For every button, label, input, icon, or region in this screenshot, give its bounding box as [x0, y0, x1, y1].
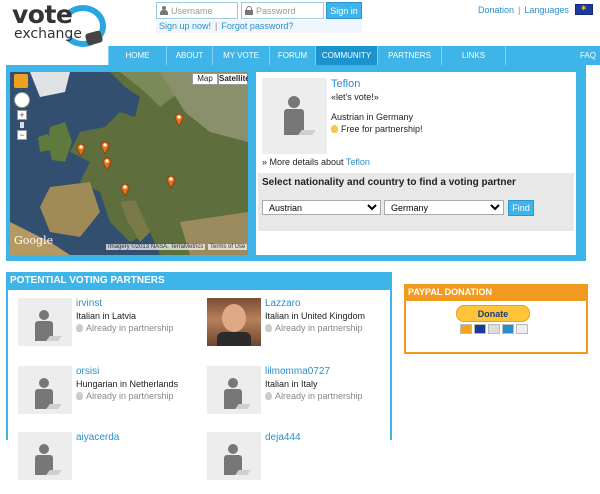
ballot-icon: [84, 30, 104, 46]
zoom-in-button[interactable]: +: [17, 110, 27, 120]
partner-card[interactable]: orsisi Hungarian in Netherlands Already in…: [18, 366, 198, 428]
map-marker-1[interactable]: [174, 112, 184, 128]
discover-icon: [488, 324, 500, 334]
map-type-map-button[interactable]: Map: [192, 73, 218, 85]
mastercard-icon: [460, 324, 472, 334]
partner-nationality: Italian in Latvia: [76, 311, 137, 321]
find-button[interactable]: Find: [508, 200, 534, 216]
zoom-slider[interactable]: [20, 122, 24, 128]
password-field[interactable]: Password: [241, 2, 324, 19]
country-select[interactable]: Germany: [384, 200, 504, 215]
nav-links[interactable]: LINKS: [441, 46, 505, 65]
partner-status: Already in partnership: [265, 391, 363, 401]
languages-link[interactable]: Languages: [524, 5, 569, 15]
eu-flag-icon[interactable]: [574, 3, 593, 15]
card-logos: [460, 324, 528, 334]
donate-button[interactable]: Donate: [456, 305, 530, 322]
partner-name[interactable]: irvinst: [76, 298, 102, 309]
pan-control[interactable]: [14, 92, 30, 108]
map-marker-3[interactable]: [100, 140, 110, 156]
finder-title: Select nationality and country to find a…: [262, 177, 516, 188]
partner-nationality: Italian in United Kingdom: [265, 311, 366, 321]
partner-name[interactable]: deja444: [265, 432, 301, 443]
signup-row: Sign up now! | Forgot password?: [156, 20, 362, 33]
more-details-link[interactable]: Teflon: [346, 157, 370, 167]
logo-word-exchange: exchange: [14, 26, 82, 42]
user-icon: [160, 6, 168, 15]
forgot-password-link[interactable]: Forgot password?: [221, 21, 293, 31]
username-placeholder: Username: [171, 5, 213, 16]
bulb-icon: [331, 125, 338, 133]
logo-word-vote: vote: [12, 0, 73, 29]
bulb-icon: [76, 324, 83, 332]
bulb-icon: [265, 324, 272, 332]
sign-up-link[interactable]: Sign up now!: [159, 21, 211, 31]
zoom-out-button[interactable]: −: [17, 130, 27, 140]
partner-card[interactable]: deja444: [207, 432, 387, 494]
partner-avatar[interactable]: [18, 298, 72, 346]
main-nav: HOME ABOUT MY VOTE FORUM COMMUNITY PARTNERS LI…: [108, 46, 600, 65]
more-details-row: » More details about Teflon: [262, 157, 370, 167]
partner-card[interactable]: irvinst Italian in Latvia Already in partn…: [18, 298, 198, 360]
partner-avatar[interactable]: [18, 432, 72, 480]
amex-icon: [502, 324, 514, 334]
profile-motto: «let's vote!»: [331, 92, 379, 102]
map-type-satellite-button[interactable]: Satellite: [218, 73, 248, 85]
profile-nationality: Austrian in Germany: [331, 112, 414, 122]
partner-card[interactable]: lilmomma0727 Italian in Italy Already in p…: [207, 366, 387, 428]
partner-photo[interactable]: [207, 298, 261, 346]
partner-name[interactable]: Lazzaro: [265, 298, 301, 309]
username-field[interactable]: Username: [156, 2, 238, 19]
partner-status: Already in partnership: [76, 391, 174, 401]
partner-status: Already in partnership: [76, 323, 174, 333]
partner-card[interactable]: aiyacerda: [18, 432, 198, 494]
partner-avatar[interactable]: [18, 366, 72, 414]
google-logo: Google: [14, 234, 54, 247]
pegman-icon[interactable]: [14, 74, 28, 88]
partner-card[interactable]: Lazzaro Italian in United Kingdom Already …: [207, 298, 387, 360]
partner-avatar[interactable]: [207, 366, 261, 414]
profile-name[interactable]: Teflon: [331, 78, 360, 90]
europe-map[interactable]: + − Map Satellite Google Imagery ©2013 N…: [10, 72, 248, 255]
nav-faq[interactable]: FAQ: [505, 46, 600, 65]
map-marker-6[interactable]: [166, 174, 176, 190]
partner-nationality: Italian in Italy: [265, 379, 318, 389]
nationality-select[interactable]: Austrian: [262, 200, 381, 215]
partner-name[interactable]: aiyacerda: [76, 432, 119, 443]
bulb-icon: [265, 392, 272, 400]
logo[interactable]: vote exchange: [6, 2, 106, 48]
map-marker-4[interactable]: [102, 156, 112, 172]
partner-name[interactable]: lilmomma0727: [265, 366, 330, 377]
nav-my-vote[interactable]: MY VOTE: [212, 46, 269, 65]
password-placeholder: Password: [256, 5, 296, 16]
partner-avatar[interactable]: [207, 432, 261, 480]
profile-status: Free for partnership!: [331, 124, 423, 134]
map-image: [10, 72, 248, 255]
bank-icon: [516, 324, 528, 334]
map-marker-2[interactable]: [76, 142, 86, 158]
nav-forum[interactable]: FORUM: [269, 46, 315, 65]
nav-home[interactable]: HOME: [108, 46, 166, 65]
bulb-icon: [76, 392, 83, 400]
map-attribution: Imagery ©2013 NASA, TerraMetrics: [106, 244, 206, 250]
partner-name[interactable]: orsisi: [76, 366, 99, 377]
nav-about[interactable]: ABOUT: [166, 46, 212, 65]
sign-in-button[interactable]: Sign in: [326, 2, 362, 19]
lock-icon: [245, 6, 253, 15]
top-right-links: Donation | Languages: [478, 3, 593, 15]
profile-avatar[interactable]: [262, 78, 327, 154]
partner-nationality: Hungarian in Netherlands: [76, 379, 179, 389]
donation-link[interactable]: Donation: [478, 5, 514, 15]
map-marker-5[interactable]: [120, 182, 130, 198]
terms-of-use-link[interactable]: Terms of Use: [208, 244, 248, 250]
visa-icon: [474, 324, 486, 334]
nav-partners[interactable]: PARTNERS: [377, 46, 441, 65]
nav-community[interactable]: COMMUNITY: [315, 46, 377, 65]
paypal-title: PAYPAL DONATION: [404, 284, 588, 301]
partners-title: POTENTIAL VOTING PARTNERS: [6, 272, 392, 290]
partner-status: Already in partnership: [265, 323, 363, 333]
